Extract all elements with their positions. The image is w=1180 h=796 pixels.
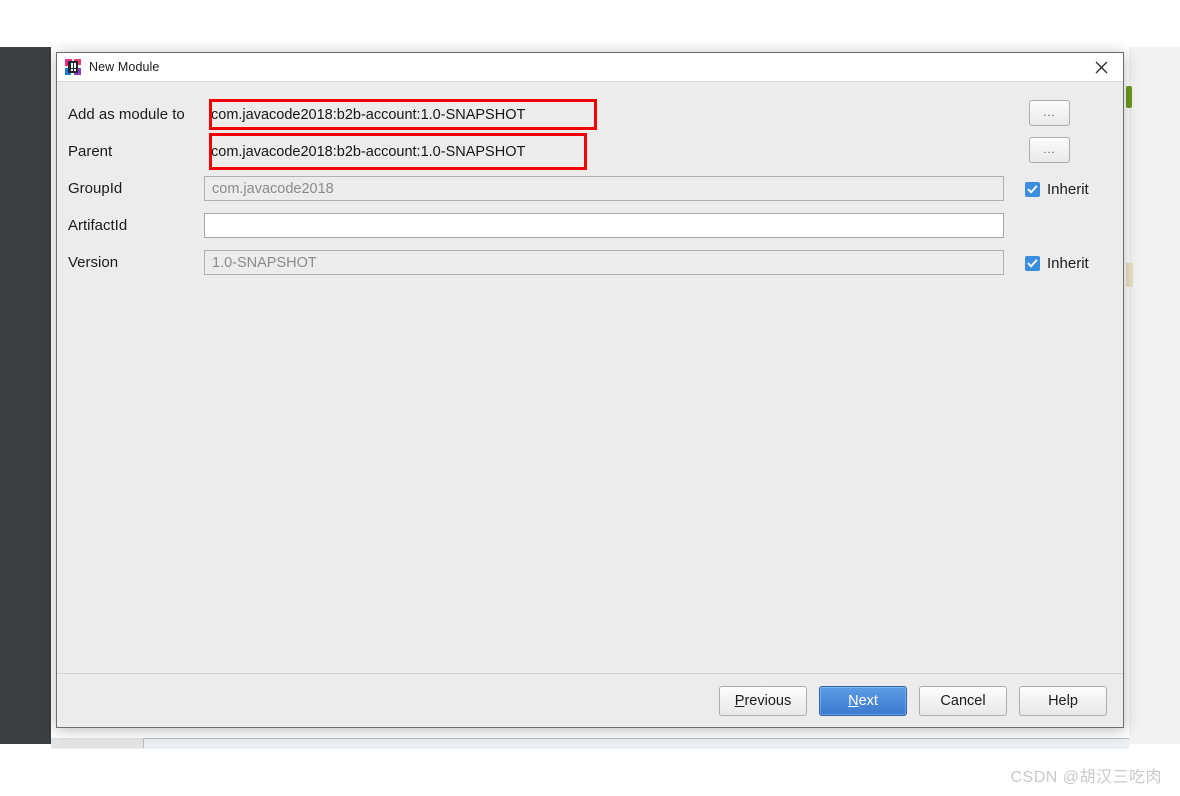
- cancel-button[interactable]: Cancel: [919, 685, 1007, 716]
- label-parent: Parent: [68, 143, 113, 160]
- ellipsis-icon: ...: [1043, 144, 1056, 156]
- next-button[interactable]: Next: [819, 685, 907, 716]
- help-button[interactable]: Help: [1019, 685, 1107, 716]
- inherit-label-groupid: Inherit: [1047, 181, 1089, 198]
- inherit-toggle-groupid[interactable]: Inherit: [1025, 181, 1089, 198]
- form-row-version: Version 1.0-SNAPSHOT Inherit: [57, 244, 1123, 281]
- browse-button-add-as-module-to[interactable]: ...: [1029, 100, 1070, 126]
- form-row-parent: Parent com.javacode2018:b2b-account:1.0-…: [57, 133, 1123, 170]
- ide-right-beige-marker: [1126, 263, 1133, 287]
- groupid-input[interactable]: com.javacode2018: [204, 176, 1004, 201]
- value-add-as-module-to[interactable]: com.javacode2018:b2b-account:1.0-SNAPSHO…: [204, 102, 590, 127]
- ellipsis-icon: ...: [1043, 107, 1056, 119]
- label-groupid: GroupId: [68, 180, 123, 197]
- ide-right-green-marker: [1126, 86, 1132, 108]
- inherit-label-version: Inherit: [1047, 255, 1089, 272]
- csdn-watermark: CSDN @胡汉三吃肉: [1010, 769, 1162, 786]
- ide-right-panel: [1129, 47, 1180, 744]
- previous-mnemonic: P: [734, 692, 745, 709]
- label-add-as-module-to: Add as module to: [68, 106, 185, 123]
- inherit-toggle-version[interactable]: Inherit: [1025, 255, 1089, 272]
- label-version: Version: [68, 254, 119, 271]
- previous-button[interactable]: Previous: [719, 685, 807, 716]
- next-button-label-rest: ext: [858, 692, 878, 709]
- next-mnemonic: N: [848, 692, 859, 709]
- checkbox-checked-icon[interactable]: [1025, 182, 1040, 197]
- label-artifactid: ArtifactId: [68, 217, 128, 234]
- module-form: Add as module to com.javacode2018:b2b-ac…: [57, 82, 1123, 673]
- previous-button-label-rest: revious: [744, 692, 792, 709]
- ide-bottom-strip-segment: [51, 738, 144, 748]
- intellij-idea-icon: [65, 59, 81, 75]
- artifactid-input[interactable]: [204, 213, 1004, 238]
- form-row-add-as-module-to: Add as module to com.javacode2018:b2b-ac…: [57, 96, 1123, 133]
- browse-button-parent[interactable]: ...: [1029, 137, 1070, 163]
- new-module-dialog: New Module Add as module to com.javacode…: [56, 52, 1124, 728]
- close-icon[interactable]: [1079, 53, 1123, 81]
- ide-bottom-strip: [51, 738, 1129, 749]
- dialog-footer: Previous Next Cancel Help: [57, 673, 1123, 727]
- dialog-title: New Module: [89, 60, 160, 74]
- form-row-artifactid: ArtifactId: [57, 207, 1123, 244]
- dialog-titlebar: New Module: [57, 53, 1123, 82]
- form-row-groupid: GroupId com.javacode2018 Inherit: [57, 170, 1123, 207]
- version-input[interactable]: 1.0-SNAPSHOT: [204, 250, 1004, 275]
- ide-left-panel: [0, 47, 51, 744]
- checkbox-checked-icon[interactable]: [1025, 256, 1040, 271]
- value-parent[interactable]: com.javacode2018:b2b-account:1.0-SNAPSHO…: [204, 139, 590, 164]
